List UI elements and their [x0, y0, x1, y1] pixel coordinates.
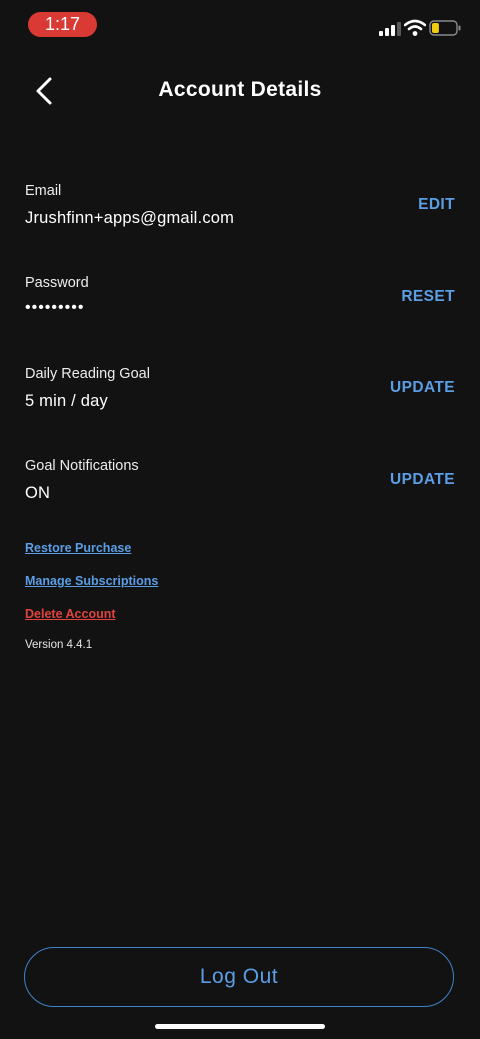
status-time: 1:17 [28, 12, 97, 37]
password-row: Password ••••••••• RESET [25, 275, 455, 331]
goal-notifications-row: Goal Notifications ON UPDATE [25, 458, 455, 514]
log-out-button[interactable]: Log Out [24, 947, 454, 1007]
reset-password-button[interactable]: RESET [401, 288, 455, 306]
email-value: Jrushfinn+apps@gmail.com [25, 209, 235, 227]
goal-notifications-label: Goal Notifications [25, 458, 139, 474]
app-version: Version 4.4.1 [25, 639, 93, 651]
daily-reading-goal-row: Daily Reading Goal 5 min / day UPDATE [25, 366, 455, 422]
log-out-label: Log Out [199, 965, 279, 988]
email-label: Email [25, 183, 62, 199]
status-bar: 1:17 [0, 0, 480, 50]
home-indicator [155, 1024, 325, 1029]
update-reading-goal-button[interactable]: UPDATE [390, 379, 455, 397]
wifi-icon [404, 19, 426, 36]
daily-reading-goal-value: 5 min / day [25, 392, 108, 410]
cellular-signal-icon [379, 22, 401, 36]
delete-account-link[interactable]: Delete Account [25, 607, 116, 621]
page-title: Account Details [158, 78, 322, 101]
battery-icon [429, 20, 461, 36]
password-label: Password [25, 275, 89, 291]
password-value: ••••••••• [25, 299, 85, 316]
restore-purchase-link[interactable]: Restore Purchase [25, 541, 131, 555]
manage-subscriptions-link[interactable]: Manage Subscriptions [25, 574, 158, 588]
update-goal-notifications-button[interactable]: UPDATE [390, 471, 455, 489]
goal-notifications-value: ON [25, 484, 51, 502]
email-row: Email Jrushfinn+apps@gmail.com EDIT [25, 183, 455, 239]
edit-email-button[interactable]: EDIT [418, 196, 455, 214]
daily-reading-goal-label: Daily Reading Goal [25, 366, 150, 382]
